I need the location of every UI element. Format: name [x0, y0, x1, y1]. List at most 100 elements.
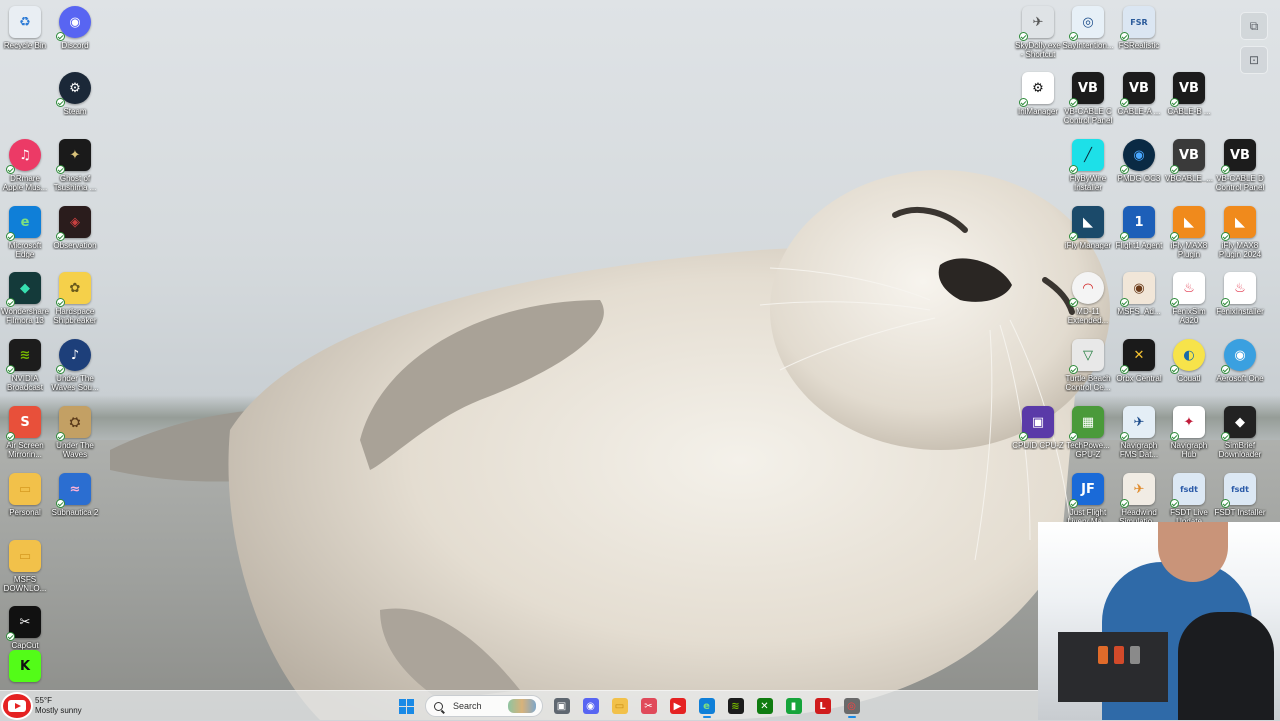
desktop-icon-label: DRmare Apple Mus...	[2, 174, 48, 192]
sayintention-icon: ◎	[1069, 6, 1104, 41]
taskbar-edge-button[interactable]: e	[694, 693, 720, 719]
desktop-icon-simbrief-downloader[interactable]: ◆ SimBrief Downloader	[1215, 406, 1265, 472]
cable-b-control-glyph: VB	[1179, 80, 1199, 96]
desktop-icon-discord[interactable]: ◉ Discord	[50, 6, 100, 72]
desktop-icon-inimanager[interactable]: ⚙ IniManager	[1013, 72, 1063, 138]
desktop-icon-drmare[interactable]: ♫ DRmare Apple Mus...	[0, 139, 50, 205]
taskbar-xbox-button[interactable]: ✕	[752, 693, 778, 719]
desktop-icon-vb-cable-d-control[interactable]: VB VB-CABLE D Control Panel	[1215, 139, 1265, 205]
desktop-icon-vb-cable-c-control[interactable]: VB VB-CABLE C Control Panel	[1063, 72, 1113, 138]
fsdt-installer-glyph: fsdt	[1231, 484, 1249, 494]
desktop-icon-label: Discord	[61, 41, 89, 50]
desktop-icon-orbx-central[interactable]: ✕ Orbx Central	[1114, 339, 1164, 405]
desktop-icon-wondershare-filmora[interactable]: ◆ Wondershare Filmora 13	[0, 272, 50, 338]
desktop-icon-steam[interactable]: ⚙ Steam	[50, 72, 100, 138]
desktop-icon-cpuid-cpu-z[interactable]: ▣ CPUID CPU-Z	[1012, 406, 1064, 472]
turtle-beach-glyph: ▽	[1083, 347, 1093, 363]
desktop-icon-gsx-central[interactable]: ◐ Couatl	[1164, 339, 1214, 405]
desktop-icon-skydolly[interactable]: ✈ SkyDolly.exe - Shortcut	[1013, 6, 1063, 72]
desktop-icon-observation[interactable]: ◈ Observation	[50, 206, 100, 272]
desktop-icon-fsrealistic[interactable]: FSR FSRealistic	[1114, 6, 1164, 72]
taskbar-lenovo-vantage-button[interactable]: L	[810, 693, 836, 719]
desktop-icon-label: FSDT Installer	[1214, 508, 1266, 517]
desktop-icon-subnautica-2[interactable]: ≈ Subnautica 2	[50, 473, 100, 539]
orbx-central-icon: ✕	[1120, 339, 1155, 374]
discord-glyph: ◉	[69, 14, 81, 30]
desktop-icon-label: iFly MAX8 Plugin 2024	[1218, 241, 1262, 259]
desktop-icon-cable-a-control[interactable]: VB CABLE-A ...	[1114, 72, 1164, 138]
sync-check-icon	[1019, 32, 1028, 41]
taskbar-file-explorer-button[interactable]: ▭	[607, 693, 633, 719]
desktop-icon-pmdg-ops[interactable]: ◉ PMDG OC3	[1114, 139, 1164, 205]
desktop-icon-msfs-extended[interactable]: ◠ MD-11 Extended...	[1063, 272, 1113, 338]
vb-cable-c-control-icon: VB	[1069, 72, 1104, 107]
desktop-icon-techpowerup-gpu-z[interactable]: ▦ TechPowe... GPU-Z	[1063, 406, 1113, 472]
taskbar-task-view-button[interactable]: ▣	[549, 693, 575, 719]
desktop-icon-label: Recycle Bin	[3, 41, 47, 50]
aerosoft-one-icon: ◉	[1221, 339, 1256, 374]
taskbar-search[interactable]: Search	[425, 695, 543, 717]
headwind-simulations-icon: ✈	[1120, 473, 1155, 508]
desktop-icon-personal[interactable]: ▭ Personal	[0, 473, 50, 539]
desktop-icon-microsoft-edge[interactable]: e Microsoft Edge	[0, 206, 50, 272]
desktop-icon-recycle-bin[interactable]: ♻ Recycle Bin	[0, 6, 50, 72]
sync-check-icon	[1221, 432, 1230, 441]
flybywire-installer-glyph: ╱	[1084, 147, 1092, 163]
webcam-overlay	[1038, 522, 1280, 720]
sync-check-icon	[1069, 365, 1078, 374]
desktop-icon-under-the-waves-soundtrack[interactable]: ♪ Under The Waves Sou...	[50, 339, 100, 405]
desktop-icon-ifly-manager[interactable]: ◣ iFly Manager	[1063, 206, 1113, 272]
msfs-addons-icon: ◉	[1120, 272, 1155, 307]
taskbar-nvidia-button[interactable]: ≋	[723, 693, 749, 719]
desktop-icon-navigraph-fms[interactable]: ✈ Navigraph FMS Dat...	[1114, 406, 1164, 472]
desktop-icon-ifly-max8[interactable]: ◣ iFly MAX8 Plugin	[1164, 206, 1214, 272]
desktop-icon-msfs-addons[interactable]: ◉ MSFS_Ad...	[1114, 272, 1164, 338]
taskbar-center: Search ▣ ◉ ▭ ✂ ▶ e ≋ ✕ ▮ L ◎	[392, 691, 866, 721]
capture-icon: ⊡	[1248, 53, 1260, 67]
start-button[interactable]	[394, 693, 420, 719]
discord-icon: ◉	[56, 6, 91, 41]
webcam-knob	[1130, 646, 1140, 664]
desktop-icon-label: MD-11 Extended...	[1067, 307, 1109, 325]
desktop-icon-vb-cable[interactable]: VB VBCABLE_...	[1164, 139, 1214, 205]
desktop-icon-fenix-a320[interactable]: ♨ FenixSim A320	[1164, 272, 1214, 338]
desktop-icon-cable-b-control[interactable]: VB CABLE-B ...	[1164, 72, 1214, 138]
sync-check-icon	[6, 232, 15, 241]
desktop-icon-turtle-beach[interactable]: ▽ Turtle Beach Control Ce...	[1063, 339, 1113, 405]
desktop-icon-nvidia-broadcast[interactable]: ≋ NVIDIA Broadcast	[0, 339, 50, 405]
desktop-icon-fenix-installer[interactable]: ♨ FenixInstaller	[1215, 272, 1265, 338]
orbx-central-glyph: ✕	[1133, 347, 1145, 363]
sync-check-icon	[1120, 32, 1129, 41]
desktop-icon-hardspace-shipbreaker[interactable]: ✿ Hardspace Shipbreaker	[50, 272, 100, 338]
desktop-icon-ghost-of-tsushima[interactable]: ✦ Ghost of Tsushima ...	[50, 139, 100, 205]
weather-condition: Mostly sunny	[35, 706, 82, 715]
taskbar-discord-button[interactable]: ◉	[578, 693, 604, 719]
weather-widget[interactable]: 55°F Mostly sunny	[0, 691, 82, 721]
desktop-icon-navigraph-hub[interactable]: ✦ Navigraph Hub	[1164, 406, 1214, 472]
webcam-knob	[1098, 646, 1108, 664]
desktop-icon-ifly-max8-2024[interactable]: ◣ iFly MAX8 Plugin 2024	[1215, 206, 1265, 272]
taskbar-youtube-button[interactable]: ▶	[665, 693, 691, 719]
desktop-icon-air-screen-mirroring[interactable]: S Air Screen Mirrorin...	[0, 406, 50, 472]
desktop-icon-under-the-waves[interactable]: ⛭ Under The Waves	[50, 406, 100, 472]
desktop-icon-label: SayIntention...	[1062, 41, 1114, 50]
taskbar-snipping-tool-button[interactable]: ✂	[636, 693, 662, 719]
widget-copilot-button[interactable]: ⧉	[1240, 12, 1268, 40]
desktop-icon-label: VB-CABLE C Control Panel	[1063, 107, 1113, 125]
desktop-icon-sayintention[interactable]: ◎ SayIntention...	[1062, 6, 1114, 72]
desktop-icon-label: Personal	[9, 508, 41, 517]
desktop-icon-aerosoft-one[interactable]: ◉ Aerosoft One	[1215, 339, 1265, 405]
desktop-icon-label: Observation	[53, 241, 97, 250]
widget-capture-button[interactable]: ⊡	[1240, 46, 1268, 74]
recycle-bin-glyph: ♻	[19, 14, 31, 30]
sync-check-icon	[1019, 98, 1028, 107]
taskbar-obs-recorder-button[interactable]: ◎	[839, 693, 865, 719]
weather-text: 55°F Mostly sunny	[35, 696, 82, 716]
desktop-icon-msfs-downloads[interactable]: ▭ MSFS DOWNLO...	[0, 540, 50, 606]
desktop-icon-flight1-agent[interactable]: 1 Flight1 Agent	[1114, 206, 1164, 272]
desktop-icon-label: FlyByWire Installer	[1069, 174, 1107, 192]
sync-check-icon	[6, 432, 15, 441]
taskbar-xbox-game-bar-button[interactable]: ▮	[781, 693, 807, 719]
desktop-icon-flybywire-installer[interactable]: ╱ FlyByWire Installer	[1063, 139, 1113, 205]
flight1-agent-glyph: 1	[1134, 214, 1144, 230]
